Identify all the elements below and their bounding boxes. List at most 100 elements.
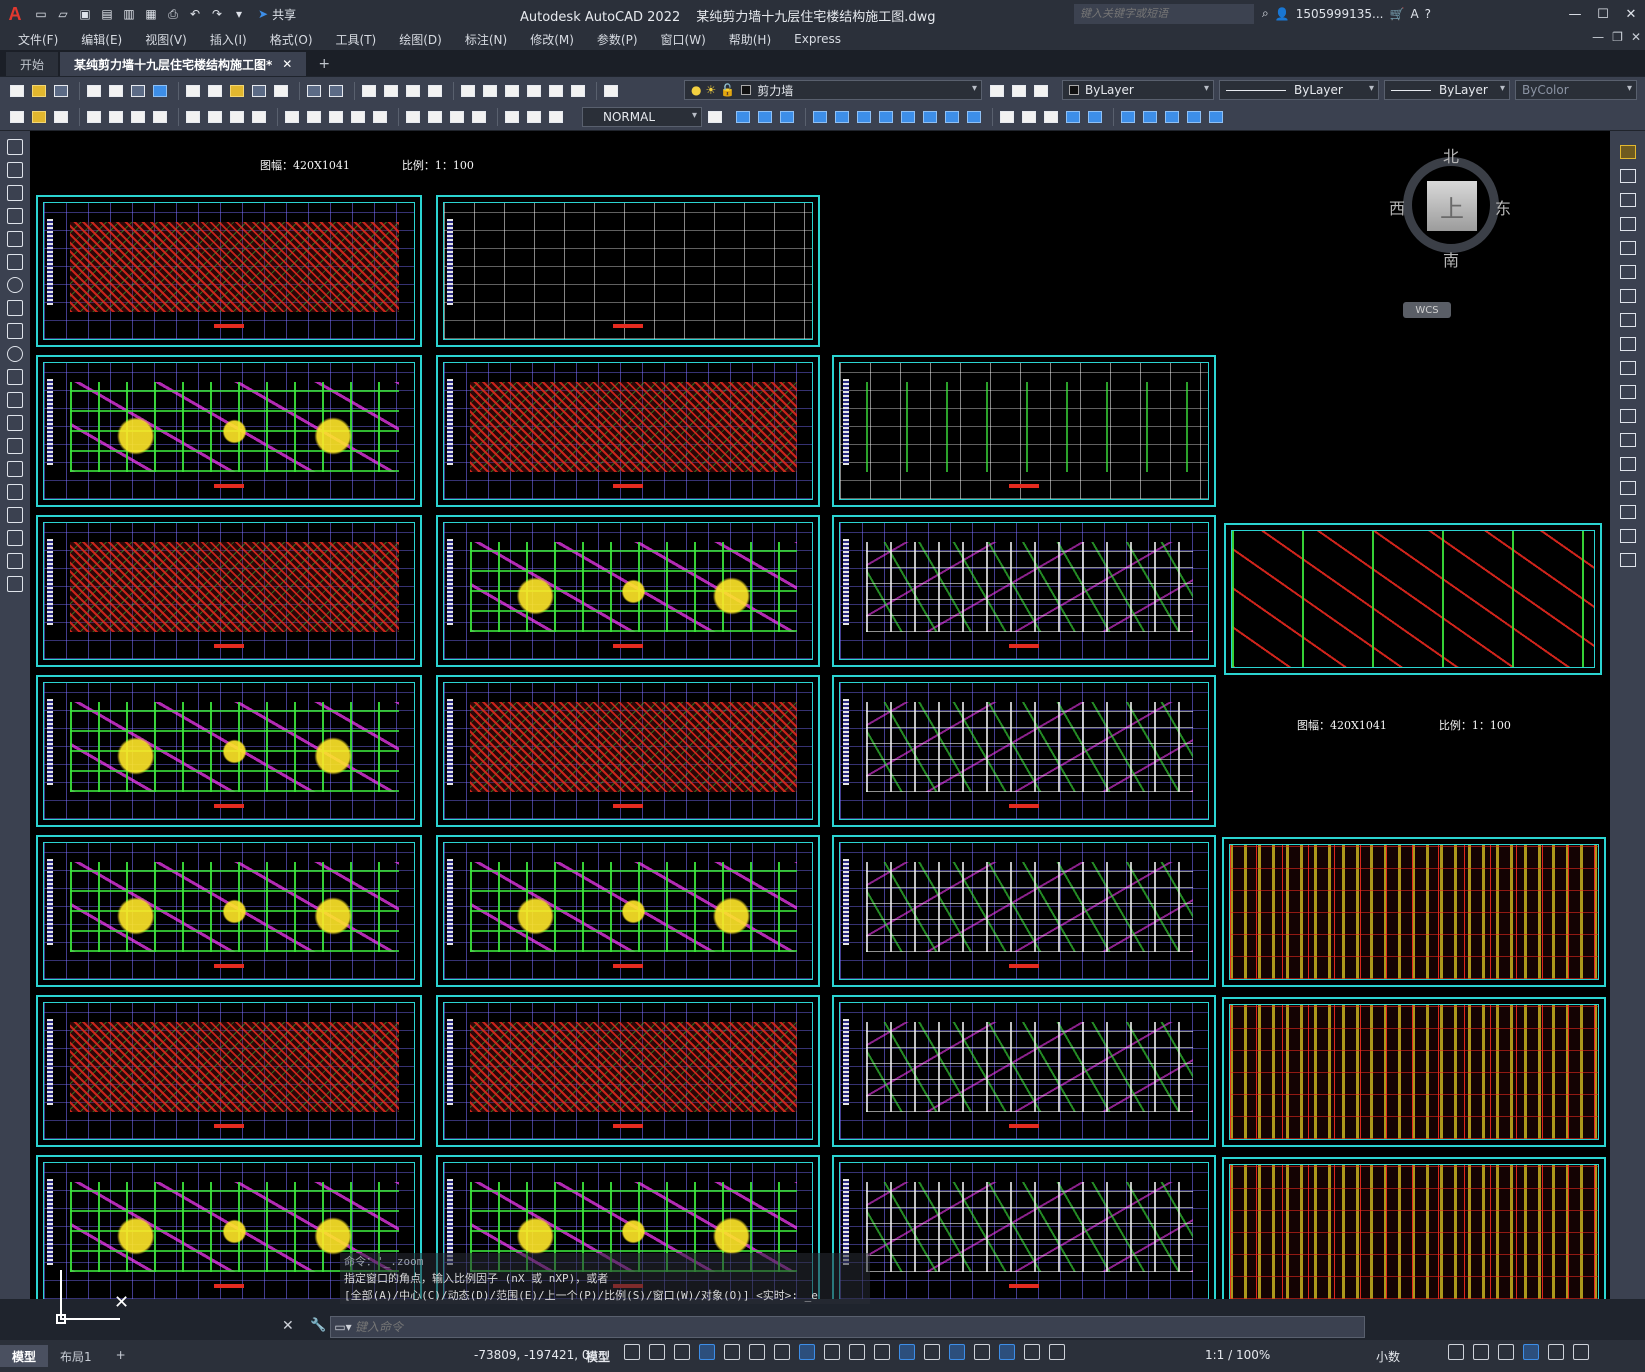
trim-icon[interactable] (921, 108, 939, 126)
convert-icon[interactable] (1185, 108, 1203, 126)
dynamic-ucs-icon[interactable] (924, 1344, 940, 1360)
account-icon[interactable]: A (1410, 7, 1418, 21)
drawing-sheet[interactable] (832, 995, 1216, 1147)
menu-parametric[interactable]: 参数(P) (597, 31, 638, 48)
properties-icon[interactable] (459, 82, 477, 100)
layer-previous-icon[interactable] (1010, 82, 1028, 100)
layer-on-icon[interactable]: ● (691, 83, 701, 97)
tool-palettes-icon[interactable] (503, 82, 521, 100)
dim-diameter-icon[interactable] (228, 108, 246, 126)
open-file-icon[interactable] (30, 82, 48, 100)
tab-layout1[interactable]: 布局1 (48, 1345, 104, 1367)
pan-icon[interactable] (360, 82, 378, 100)
viewcube-top-face[interactable]: 上 (1427, 181, 1477, 231)
tb-help-icon[interactable] (569, 82, 587, 100)
gradient-icon[interactable] (7, 484, 23, 500)
circle-icon[interactable] (7, 277, 23, 293)
dimedit-icon[interactable] (503, 108, 521, 126)
plotstyle-dropdown[interactable]: ByColor (1515, 80, 1637, 100)
jogged-linear-icon[interactable] (470, 108, 488, 126)
center-mark-icon[interactable] (426, 108, 444, 126)
dim-baseline-icon[interactable] (305, 108, 323, 126)
drawing-sheet[interactable] (832, 355, 1216, 507)
qnew-icon[interactable] (8, 82, 26, 100)
user-name[interactable]: 1505999135... (1296, 7, 1384, 21)
drawing-sheet[interactable] (436, 515, 820, 667)
offset-icon[interactable] (778, 108, 796, 126)
command-input[interactable] (355, 1318, 1364, 1336)
rp-trim-icon[interactable] (1619, 361, 1636, 375)
rp-stretch-icon[interactable] (1619, 337, 1636, 351)
object-snap-tracking-icon[interactable] (774, 1344, 790, 1360)
break-icon[interactable] (965, 108, 983, 126)
customization-icon[interactable] (1573, 1344, 1589, 1360)
grid-icon[interactable] (624, 1344, 640, 1360)
drawing-sheet[interactable] (36, 195, 422, 347)
rp-break-icon[interactable] (1619, 433, 1636, 447)
user-icon[interactable]: 👤 (1275, 7, 1290, 21)
drawing-sheet[interactable] (832, 515, 1216, 667)
clip-icon[interactable] (1163, 108, 1181, 126)
annotation-scale-value[interactable]: 1:1 / 100% (1205, 1348, 1270, 1362)
dim-space-icon[interactable] (349, 108, 367, 126)
rp-offset-icon[interactable] (1619, 217, 1636, 231)
inspection-icon[interactable] (448, 108, 466, 126)
drawing-sheet[interactable] (36, 355, 422, 507)
annotation-scale-icon[interactable] (1049, 1344, 1065, 1360)
isodraft-icon[interactable] (749, 1344, 765, 1360)
share-button[interactable]: ➤ 共享 (258, 6, 296, 23)
add-selected-icon[interactable] (7, 576, 23, 592)
isolate-objects-icon[interactable] (1498, 1344, 1514, 1360)
copy-obj-icon[interactable] (734, 108, 752, 126)
dim-linear-icon[interactable] (85, 108, 103, 126)
menu-format[interactable]: 格式(O) (270, 31, 313, 48)
lineweight-icon[interactable] (824, 1344, 840, 1360)
drawing-sheet[interactable] (36, 835, 422, 987)
customize-dropdown-icon[interactable]: ▾ (231, 6, 247, 22)
print-icon[interactable]: ⎙ (165, 6, 181, 22)
sheet-set-icon[interactable] (525, 82, 543, 100)
drawing-sheet[interactable] (36, 995, 422, 1147)
dim-continue-icon[interactable] (327, 108, 345, 126)
move-icon[interactable] (833, 108, 851, 126)
drawing-sheet[interactable] (832, 835, 1216, 987)
calculator-icon[interactable] (547, 82, 565, 100)
menu-dimension[interactable]: 标注(N) (465, 31, 507, 48)
table-icon[interactable] (7, 530, 23, 546)
cut-icon[interactable] (184, 82, 202, 100)
menu-window[interactable]: 窗口(W) (661, 31, 706, 48)
rp-scale-icon[interactable] (1619, 313, 1636, 327)
redo-icon[interactable]: ↷ (209, 6, 225, 22)
match-prop-icon[interactable] (250, 82, 268, 100)
rotate-icon[interactable] (855, 108, 873, 126)
3d-print-icon[interactable] (151, 82, 169, 100)
dim-jogged-icon[interactable] (206, 108, 224, 126)
drawing-sheet[interactable] (832, 1155, 1216, 1299)
arc-icon[interactable] (7, 254, 23, 270)
saveas-icon[interactable]: ▤ (99, 6, 115, 22)
layer-iso-icon[interactable] (1032, 82, 1050, 100)
paste-icon[interactable] (228, 82, 246, 100)
object-snap-icon[interactable] (799, 1344, 815, 1360)
revcloud-icon[interactable] (52, 108, 70, 126)
rp-rotate-icon[interactable] (1619, 289, 1636, 303)
extend-icon[interactable] (943, 108, 961, 126)
publish-icon[interactable] (129, 82, 147, 100)
dim-break-icon[interactable] (371, 108, 389, 126)
tolerance-icon[interactable] (404, 108, 422, 126)
search-icon[interactable]: ⌕ (1262, 6, 1269, 21)
revision-cloud-icon[interactable] (7, 300, 23, 316)
annotation-monitor-icon[interactable] (1473, 1344, 1489, 1360)
menu-tools[interactable]: 工具(T) (336, 31, 377, 48)
viewport-icon[interactable] (1119, 108, 1137, 126)
plot-icon[interactable] (85, 82, 103, 100)
compass-south[interactable]: 南 (1443, 247, 1459, 271)
menu-modify[interactable]: 修改(M) (530, 31, 574, 48)
drawing-sheet[interactable] (36, 675, 422, 827)
join-icon[interactable] (1064, 108, 1082, 126)
export-icon[interactable]: ▦ (143, 6, 159, 22)
rp-break-point-icon[interactable] (1619, 409, 1636, 423)
drawing-sheet[interactable] (36, 515, 422, 667)
color-dropdown[interactable]: ByLayer (1062, 80, 1214, 100)
mtext-icon[interactable] (7, 553, 23, 569)
